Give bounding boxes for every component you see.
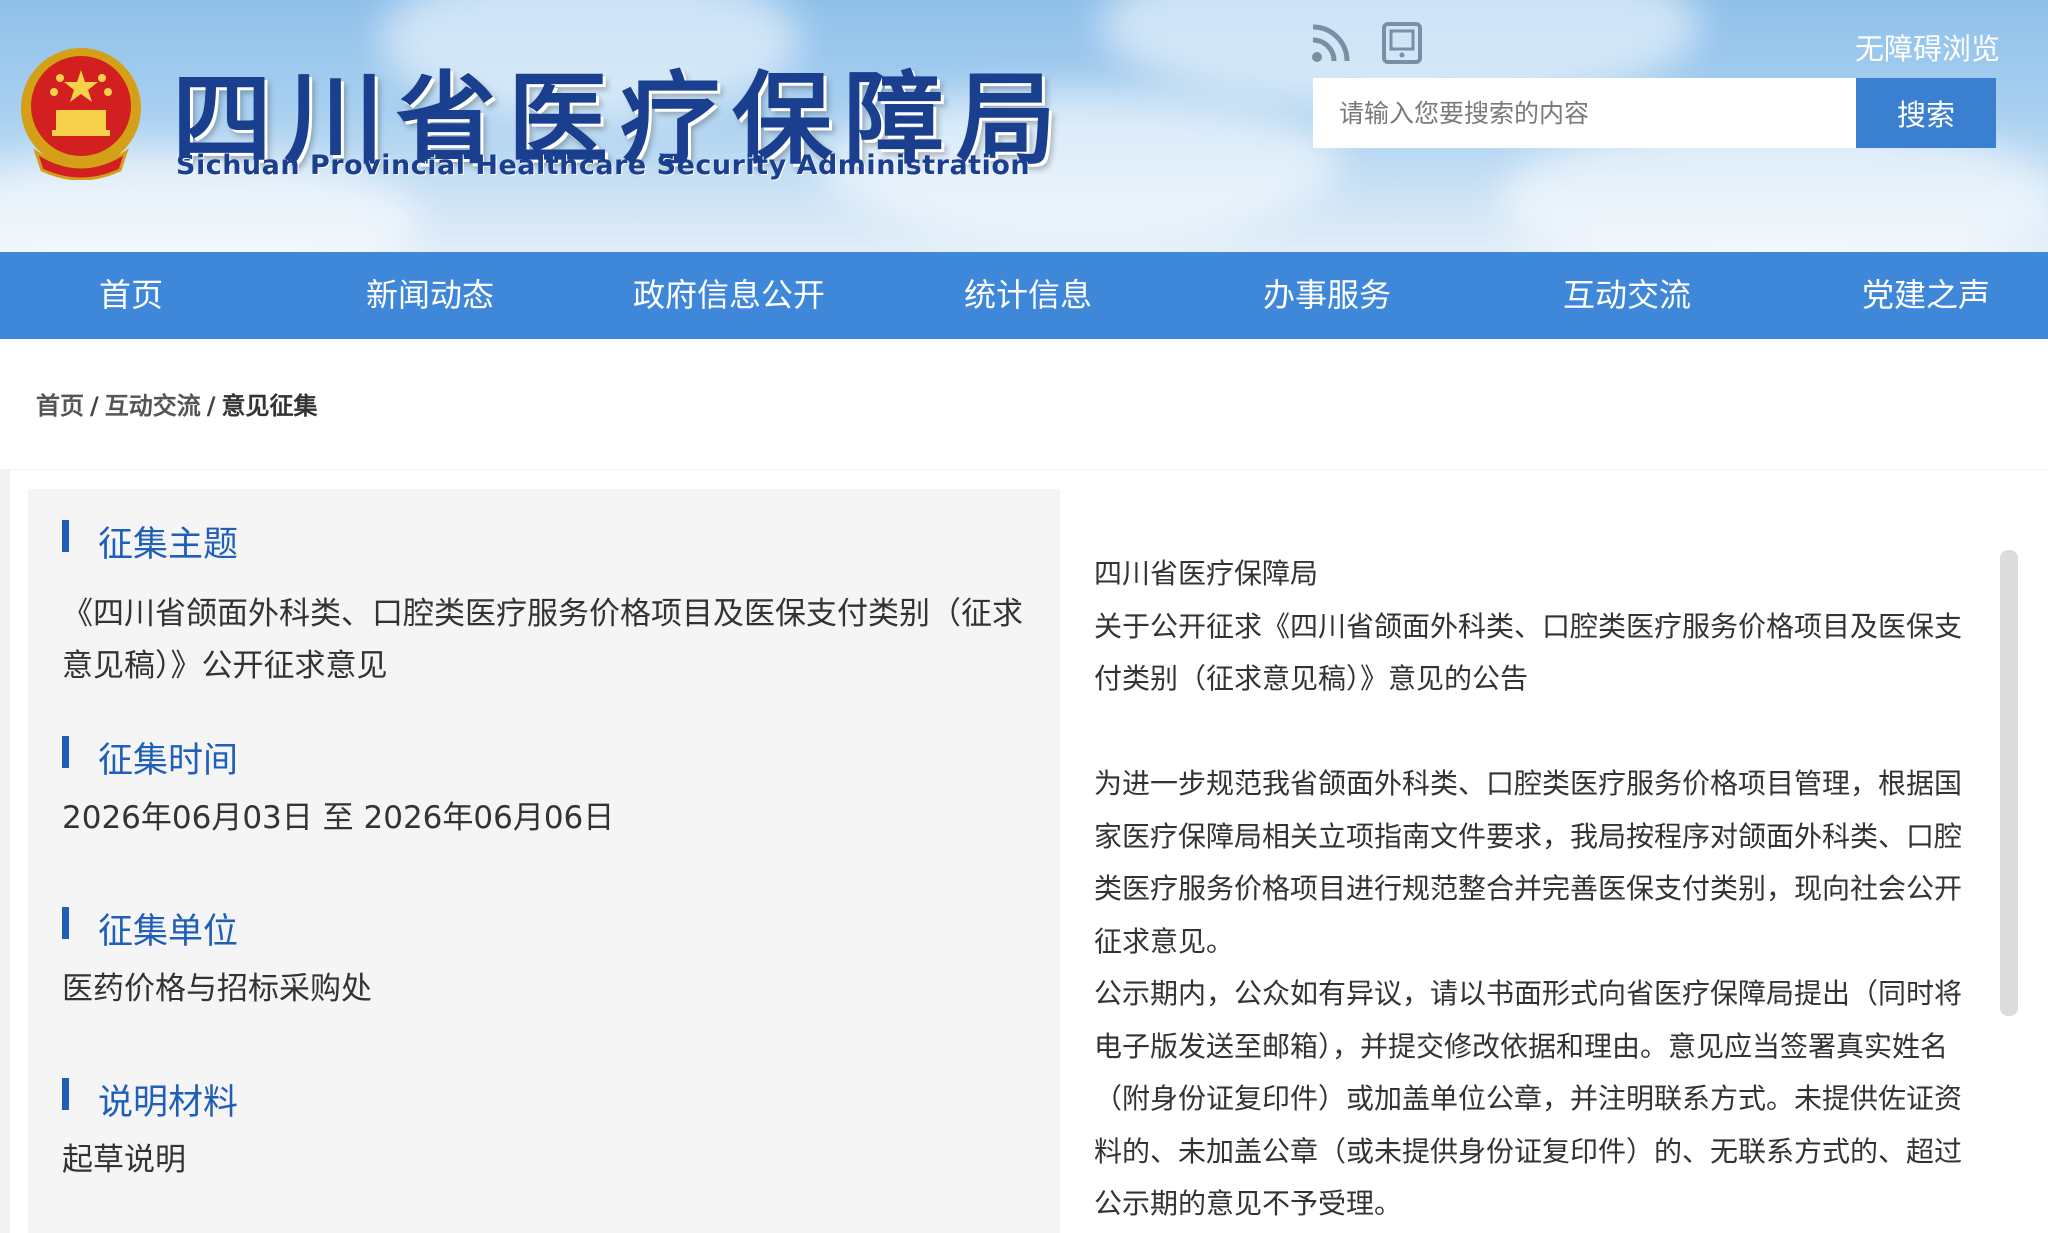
notice-paragraph-1: 为进一步规范我省颌面外科类、口腔类医疗服务价格项目管理，根据国家医疗保障局相关立… xyxy=(1094,767,1963,958)
tablet-icon[interactable] xyxy=(1382,22,1422,64)
nav-item-gov-info[interactable]: 政府信息公开 xyxy=(633,252,825,339)
breadcrumb-current: 意见征集 xyxy=(221,392,318,420)
topic-value: 《四川省颌面外科类、口腔类医疗服务价格项目及医保支付类别（征求意见稿）》公开征求… xyxy=(62,596,1023,684)
section-marker xyxy=(62,907,69,939)
nav-item-home[interactable]: 首页 xyxy=(99,252,163,339)
notice-org: 四川省医疗保障局 xyxy=(1094,557,1319,590)
breadcrumb-home[interactable]: 首页 xyxy=(36,392,84,420)
time-heading: 征集时间 xyxy=(98,741,239,781)
unit-value: 医药价格与招标采购处 xyxy=(62,971,372,1007)
national-emblem-icon xyxy=(16,42,146,181)
section-marker xyxy=(62,520,69,552)
site-title-en: Sichuan Provincial Healthcare Security A… xyxy=(176,150,1031,181)
breadcrumb-separator: / xyxy=(90,392,99,420)
search-button[interactable]: 搜索 xyxy=(1856,78,1996,148)
section-marker xyxy=(62,1078,69,1110)
scrollbar-thumb[interactable] xyxy=(2000,550,2018,1016)
section-marker xyxy=(62,736,69,768)
topic-heading: 征集主题 xyxy=(98,525,239,565)
notice-title: 关于公开征求《四川省颌面外科类、口腔类医疗服务价格项目及医保支付类别（征求意见稿… xyxy=(1094,609,1963,696)
site-header: 四川省医疗保障局 Sichuan Provincial Healthcare S… xyxy=(0,0,2048,252)
main-nav: 首页 新闻动态 政府信息公开 统计信息 办事服务 互动交流 党建之声 xyxy=(0,252,2048,339)
unit-heading: 征集单位 xyxy=(98,912,239,952)
breadcrumb-interaction[interactable]: 互动交流 xyxy=(105,392,201,420)
notice-body: 四川省医疗保障局 关于公开征求《四川省颌面外科类、口腔类医疗服务价格项目及医保支… xyxy=(1094,548,1984,1231)
nav-item-statistics[interactable]: 统计信息 xyxy=(964,252,1092,339)
unit-section: 征集单位 医药价格与招标采购处 xyxy=(62,903,1042,1015)
materials-link[interactable]: 起草说明 xyxy=(62,1134,1042,1186)
notice-paragraph-2: 公示期内，公众如有异议，请以书面形式向省医疗保障局提出（同时将电子版发送至邮箱）… xyxy=(1094,977,1963,1220)
nav-item-news[interactable]: 新闻动态 xyxy=(366,252,494,339)
nav-item-party[interactable]: 党建之声 xyxy=(1862,252,1990,339)
nav-item-interaction[interactable]: 互动交流 xyxy=(1563,252,1691,339)
nav-item-services[interactable]: 办事服务 xyxy=(1263,252,1391,339)
breadcrumb-separator: / xyxy=(206,392,216,420)
time-value: 2026年06月03日 至 2026年06月06日 xyxy=(62,800,615,836)
materials-heading: 说明材料 xyxy=(98,1083,239,1123)
materials-section: 说明材料 起草说明 xyxy=(62,1074,1042,1186)
rss-icon[interactable] xyxy=(1310,22,1352,64)
breadcrumb: 首页 / 互动交流 / 意见征集 xyxy=(36,386,318,421)
accessibility-link[interactable]: 无障碍浏览 xyxy=(1855,26,2000,68)
time-section: 征集时间 2026年06月03日 至 2026年06月06日 xyxy=(62,732,1042,844)
topic-section: 征集主题 《四川省颌面外科类、口腔类医疗服务价格项目及医保支付类别（征求意见稿）… xyxy=(62,516,1042,692)
search-input[interactable] xyxy=(1313,78,1856,148)
